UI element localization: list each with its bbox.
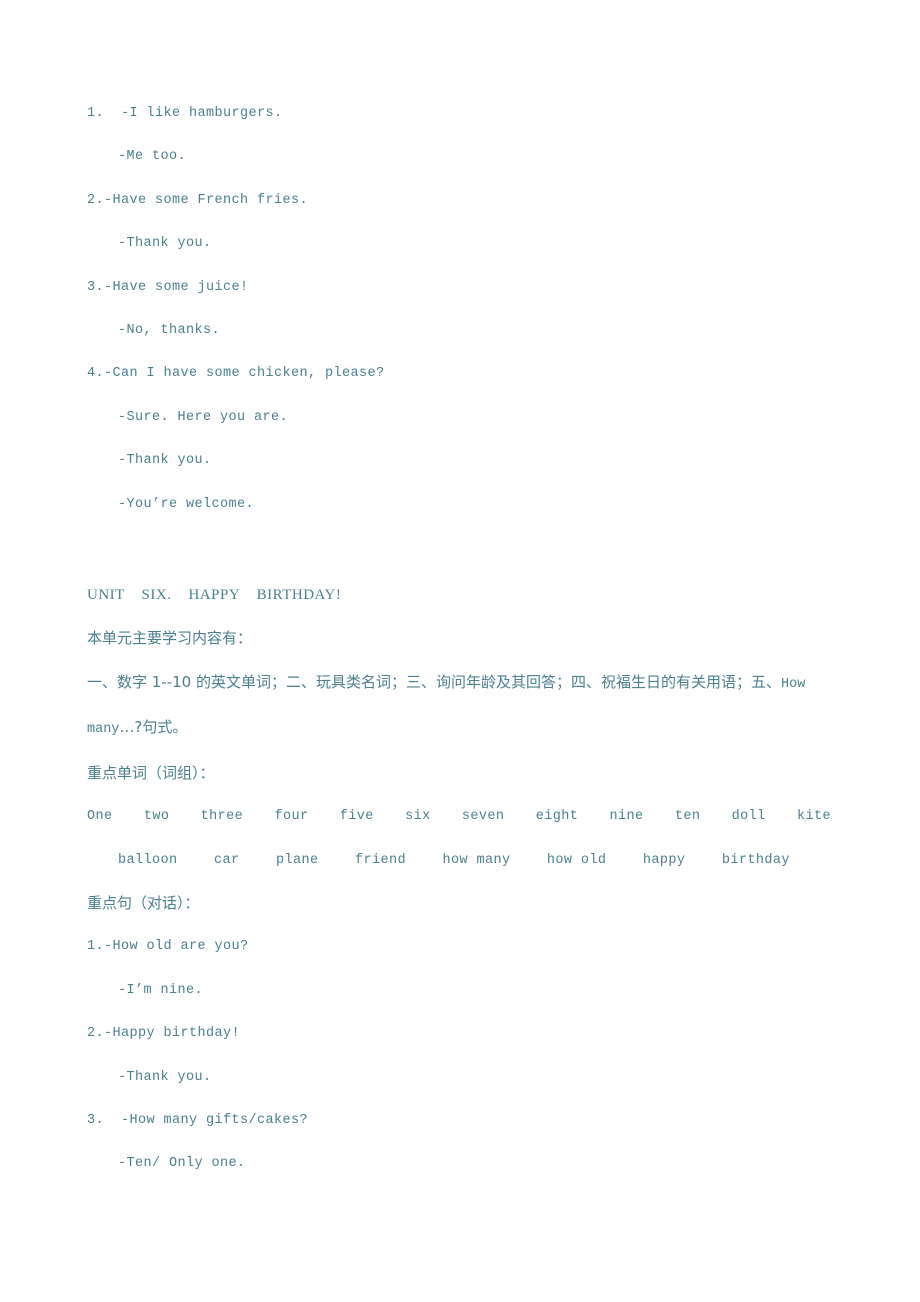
dialogue-block-1: 1. -I like hamburgers. -Me too. 2.-Have … [87, 92, 837, 526]
vocabulary-word: how old [546, 852, 607, 868]
vocabulary-word: car [213, 852, 240, 868]
dialogue-prompt: 2.-Have some French fries. [87, 192, 309, 208]
key-sentences-label: 重点句（对话）： [87, 893, 200, 912]
unit-contents: 一、数字 1--10 的英文单词；二、玩具类名词；三、询问年龄及其回答；四、祝福… [87, 661, 839, 752]
vocabulary-row-1: One two three four five six seven eight … [87, 795, 831, 838]
dialogue-reply: -Sure. Here you are. [118, 409, 289, 425]
unit-contents-part2-cn: …?句式。 [119, 718, 188, 737]
unit-intro-label: 本单元主要学习内容有： [87, 629, 253, 648]
unit-contents-part1: 一、数字 1--10 的英文单词；二、玩具类名词；三、询问年龄及其回答；四、祝福… [87, 672, 781, 691]
vocabulary-word: five [339, 809, 374, 825]
vocabulary-word: doll [731, 809, 766, 825]
vocabulary-word: ten [674, 809, 701, 825]
vocabulary-word: how many [442, 852, 511, 868]
dialogue-reply: -No, thanks. [118, 323, 221, 339]
vocabulary-label: 重点单词（词组）： [87, 763, 215, 782]
vocabulary-word: nine [609, 809, 644, 825]
dialogue-prompt: 3. -How many gifts/cakes? [87, 1112, 309, 1128]
dialogue-prompt: 4.-Can I have some chicken, please? [87, 366, 385, 382]
vocabulary-word: four [274, 809, 309, 825]
dialogue-prompt: 1. -I like hamburgers. [87, 106, 283, 121]
unit-heading: UNIT SIX. HAPPY BIRTHDAY! [87, 587, 342, 604]
dialogue-reply: -I’m nine. [118, 982, 204, 998]
vocabulary-word: plane [275, 852, 319, 868]
vocabulary-word: two [143, 809, 170, 825]
dialogue-reply: -You’re welcome. [118, 496, 255, 512]
dialogue-prompt: 1.-How old are you? [87, 939, 249, 955]
dialogue-reply: -Me too. [118, 149, 187, 165]
dialogue-reply: -Thank you. [118, 1069, 212, 1085]
vocabulary-word: birthday [721, 852, 790, 868]
vocabulary-word: seven [461, 809, 505, 825]
vocabulary-word: balloon [118, 852, 178, 868]
dialogue-prompt: 3.-Have some juice! [87, 279, 249, 295]
vocabulary-word: eight [535, 809, 579, 825]
dialogue-block-2: 1.-How old are you? -I’m nine. 2.-Happy … [87, 925, 837, 1185]
document-page: 1. -I like hamburgers. -Me too. 2.-Have … [0, 0, 920, 1302]
dialogue-reply: -Thank you. [118, 453, 212, 469]
dialogue-reply: -Ten/ Only one. [118, 1156, 246, 1172]
vocabulary-word: kite [796, 809, 831, 825]
dialogue-prompt: 2.-Happy birthday! [87, 1026, 241, 1042]
vocabulary-word: One [87, 809, 113, 825]
vocabulary-word: happy [642, 852, 686, 868]
vocabulary-word: friend [354, 852, 406, 868]
vocabulary-row-2: balloon car plane friend how many how ol… [87, 839, 790, 882]
vocabulary-word: six [405, 809, 431, 825]
vocabulary-word: three [200, 809, 244, 825]
dialogue-reply: -Thank you. [118, 236, 212, 252]
document-content: 1. -I like hamburgers. -Me too. 2.-Have … [87, 92, 837, 1186]
